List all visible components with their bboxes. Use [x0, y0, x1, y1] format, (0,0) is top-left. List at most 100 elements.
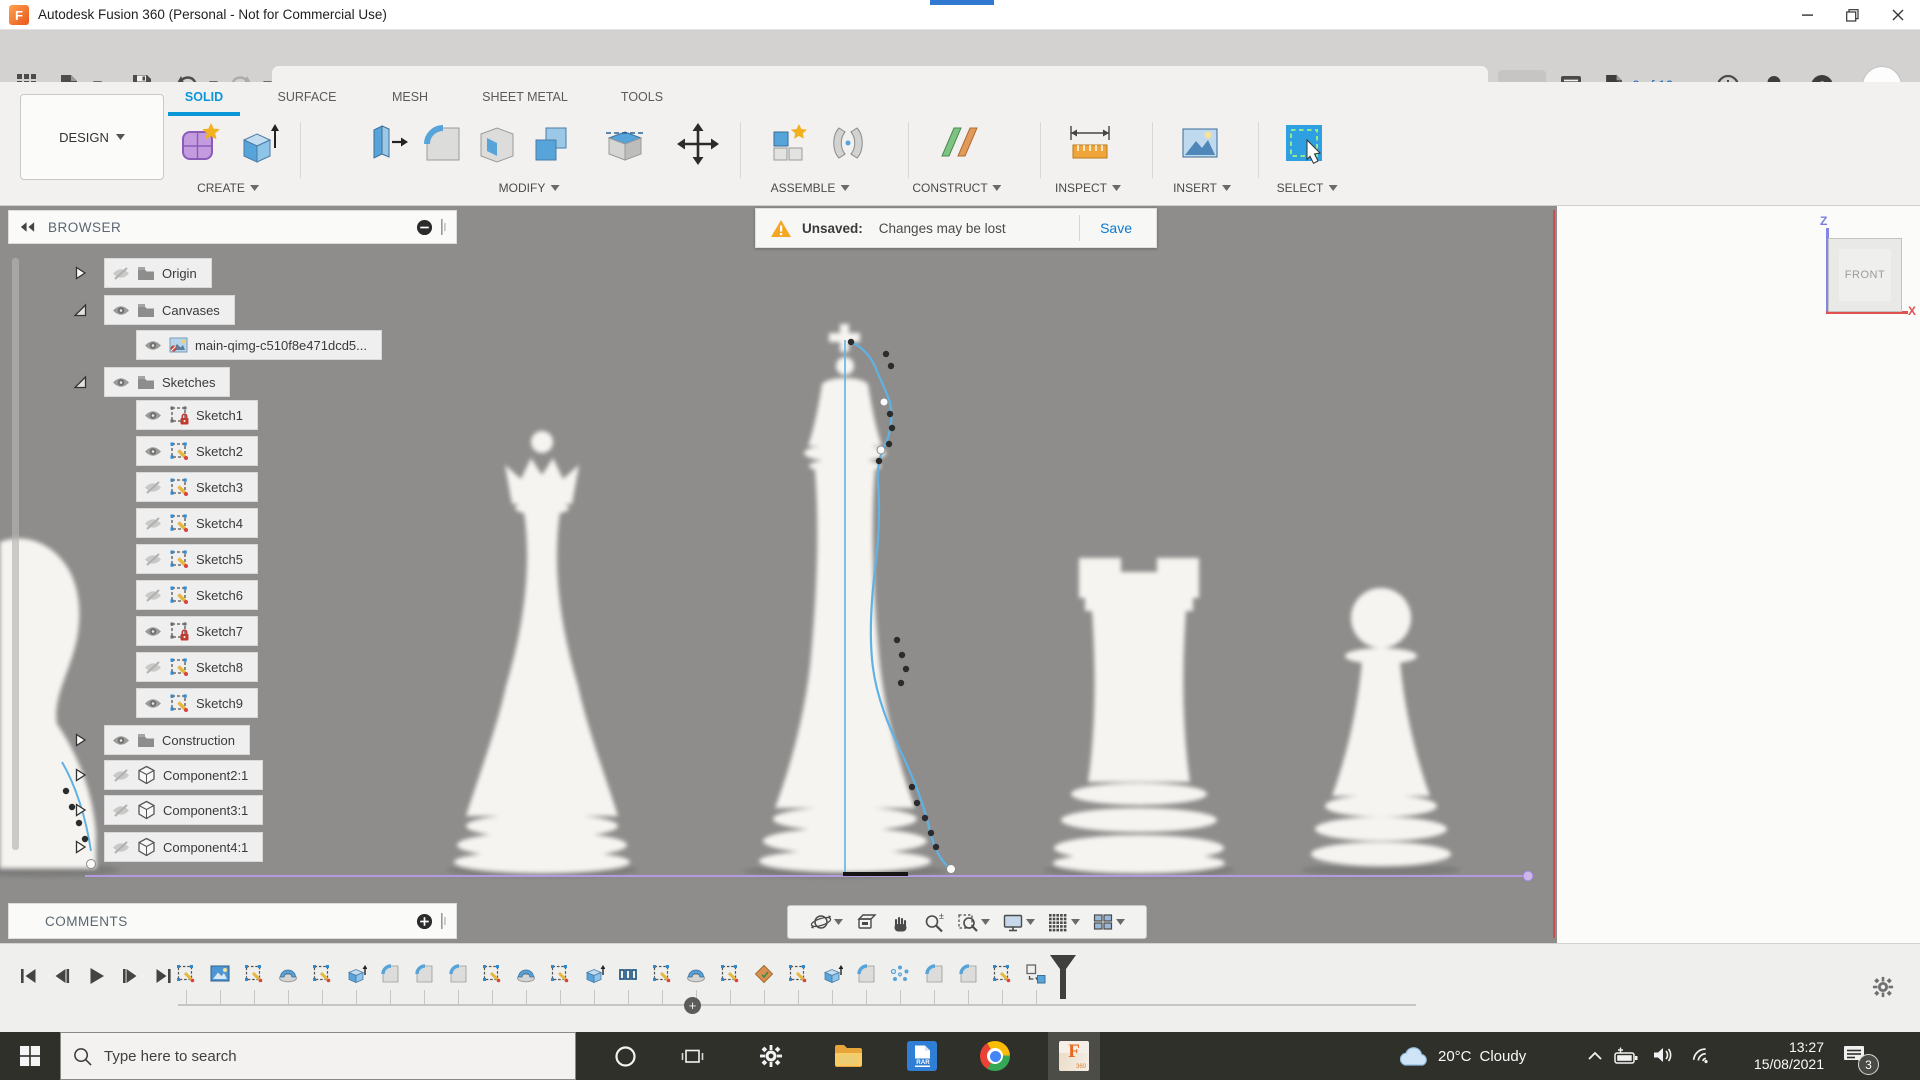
- expander-expanded-icon[interactable]: [72, 302, 88, 318]
- timeline-feature-fillet[interactable]: [957, 963, 979, 985]
- construction-plane-icon[interactable]: [934, 120, 982, 168]
- ribbon-tab-surface[interactable]: SURFACE: [277, 90, 336, 104]
- visibility-eye-icon[interactable]: [144, 445, 162, 458]
- browser-item-origin[interactable]: Origin: [104, 258, 212, 288]
- new-component-icon[interactable]: [766, 120, 814, 168]
- expander-collapsed-icon[interactable]: [72, 265, 88, 281]
- taskbar-app-fusion-360[interactable]: F360: [1048, 1032, 1100, 1080]
- browser-item-sketch6[interactable]: Sketch6: [136, 580, 258, 610]
- timeline-feature-extrude[interactable]: [821, 963, 843, 985]
- taskbar-clock[interactable]: 13:27 15/08/2021: [1712, 1039, 1824, 1073]
- group-label-insert[interactable]: INSERT: [1173, 181, 1231, 195]
- taskbar-app-task-view[interactable]: [666, 1032, 718, 1080]
- taskbar-weather[interactable]: 20°CCloudy: [1396, 1032, 1526, 1080]
- browser-item-component3-1[interactable]: Component3:1: [104, 795, 263, 825]
- expander-expanded-icon[interactable]: [72, 374, 88, 390]
- design-workspace-menu[interactable]: DESIGN: [20, 94, 164, 180]
- insert-image-icon[interactable]: [1176, 120, 1224, 168]
- visibility-eye-icon[interactable]: [144, 409, 162, 422]
- split-body-icon[interactable]: [601, 120, 649, 168]
- expander-collapsed-icon[interactable]: [72, 839, 88, 855]
- visibility-eye-off-icon[interactable]: [144, 553, 162, 566]
- visibility-eye-off-icon[interactable]: [112, 841, 130, 854]
- timeline-feature-sketch[interactable]: [651, 963, 673, 985]
- group-label-inspect[interactable]: INSPECT: [1055, 181, 1121, 195]
- timeline-feature-component[interactable]: [1025, 963, 1047, 985]
- browser-item-sketches[interactable]: Sketches: [104, 367, 230, 397]
- browser-item-sketch3[interactable]: Sketch3: [136, 472, 258, 502]
- timeline-feature-sketch[interactable]: [481, 963, 503, 985]
- browser-panel-header[interactable]: BROWSER: [8, 210, 457, 244]
- look-at-icon[interactable]: [852, 909, 880, 935]
- viewport-canvas[interactable]: BROWSER Origin Canvases main-qimg-c510f8e4…: [0, 206, 1920, 943]
- browser-item-sketch8[interactable]: Sketch8: [136, 652, 258, 682]
- viewports-icon[interactable]: [1089, 909, 1128, 935]
- pan-icon[interactable]: [886, 909, 914, 935]
- display-settings-icon[interactable]: [999, 909, 1038, 935]
- group-label-assemble[interactable]: ASSEMBLE: [771, 181, 850, 195]
- taskbar-app-chrome[interactable]: [969, 1032, 1021, 1080]
- taskbar-app-cortana[interactable]: [599, 1032, 651, 1080]
- taskbar-app-settings[interactable]: [745, 1032, 797, 1080]
- group-label-create[interactable]: CREATE: [197, 181, 259, 195]
- panel-grip-icon[interactable]: [441, 219, 446, 235]
- expander-collapsed-icon[interactable]: [72, 732, 88, 748]
- select-icon[interactable]: [1281, 120, 1329, 168]
- search-input[interactable]: [104, 1048, 524, 1065]
- collapse-panel-icon[interactable]: [19, 221, 36, 233]
- browser-item-component2-1[interactable]: Component2:1: [104, 760, 263, 790]
- visibility-eye-icon[interactable]: [112, 376, 130, 389]
- minimize-icon[interactable]: [1785, 0, 1830, 30]
- go-to-end-icon[interactable]: [152, 964, 176, 988]
- visibility-eye-icon[interactable]: [144, 339, 162, 352]
- tray-volume-icon[interactable]: [1652, 1045, 1674, 1065]
- browser-item-sketch4[interactable]: Sketch4: [136, 508, 258, 538]
- timeline-feature-canvas[interactable]: [209, 963, 231, 985]
- move-icon[interactable]: [674, 120, 722, 168]
- window-zoom-icon[interactable]: [954, 909, 993, 935]
- timeline-feature-fillet[interactable]: [855, 963, 877, 985]
- panel-grip-icon[interactable]: [441, 913, 446, 929]
- viewcube-front-face[interactable]: FRONT: [1828, 238, 1902, 312]
- taskbar-search[interactable]: [60, 1032, 576, 1080]
- tray-hidden-icons-icon[interactable]: [1586, 1048, 1604, 1064]
- expander-collapsed-icon[interactable]: [72, 802, 88, 818]
- group-label-construct[interactable]: CONSTRUCT: [912, 181, 1001, 195]
- viewcube[interactable]: FRONT Z X: [1790, 212, 1920, 322]
- combine-icon[interactable]: [528, 120, 576, 168]
- browser-item-main-qimg-c510f8e471dcd5-[interactable]: main-qimg-c510f8e471dcd5...: [136, 330, 382, 360]
- zoom-icon[interactable]: ±: [920, 909, 948, 935]
- timeline-playhead[interactable]: [1049, 954, 1077, 1000]
- visibility-eye-off-icon[interactable]: [144, 661, 162, 674]
- visibility-eye-icon[interactable]: [112, 304, 130, 317]
- press-pull-icon[interactable]: [364, 120, 412, 168]
- timeline-zoom-handle[interactable]: +: [684, 997, 701, 1014]
- browser-item-sketch1[interactable]: Sketch1: [136, 400, 258, 430]
- step-back-icon[interactable]: [50, 964, 74, 988]
- shell-icon[interactable]: [473, 120, 521, 168]
- visibility-eye-off-icon[interactable]: [144, 517, 162, 530]
- timeline-track[interactable]: [178, 1004, 1416, 1006]
- timeline-feature-sketch[interactable]: [991, 963, 1013, 985]
- timeline-feature-extrude[interactable]: [345, 963, 367, 985]
- comments-panel-header[interactable]: COMMENTS: [8, 903, 457, 939]
- timeline-feature-rect-pattern[interactable]: [617, 963, 639, 985]
- expander-collapsed-icon[interactable]: [72, 767, 88, 783]
- timeline-feature-sketch[interactable]: [311, 963, 333, 985]
- orbit-icon[interactable]: [807, 909, 846, 935]
- timeline-feature-plane[interactable]: [753, 963, 775, 985]
- visibility-eye-off-icon[interactable]: [112, 769, 130, 782]
- tray-network-icon[interactable]: [1690, 1045, 1712, 1067]
- visibility-eye-icon[interactable]: [144, 697, 162, 710]
- ribbon-tab-tools[interactable]: TOOLS: [621, 90, 663, 104]
- browser-item-component4-1[interactable]: Component4:1: [104, 832, 263, 862]
- browser-item-canvases[interactable]: Canvases: [104, 295, 235, 325]
- ribbon-tab-solid[interactable]: SOLID: [185, 90, 223, 104]
- play-icon[interactable]: [84, 964, 108, 988]
- joint-icon[interactable]: [824, 120, 872, 168]
- add-comment-icon[interactable]: [416, 913, 433, 930]
- timeline-feature-sketch[interactable]: [549, 963, 571, 985]
- timeline-feature-fillet[interactable]: [447, 963, 469, 985]
- timeline-feature-fillet[interactable]: [379, 963, 401, 985]
- browser-item-sketch5[interactable]: Sketch5: [136, 544, 258, 574]
